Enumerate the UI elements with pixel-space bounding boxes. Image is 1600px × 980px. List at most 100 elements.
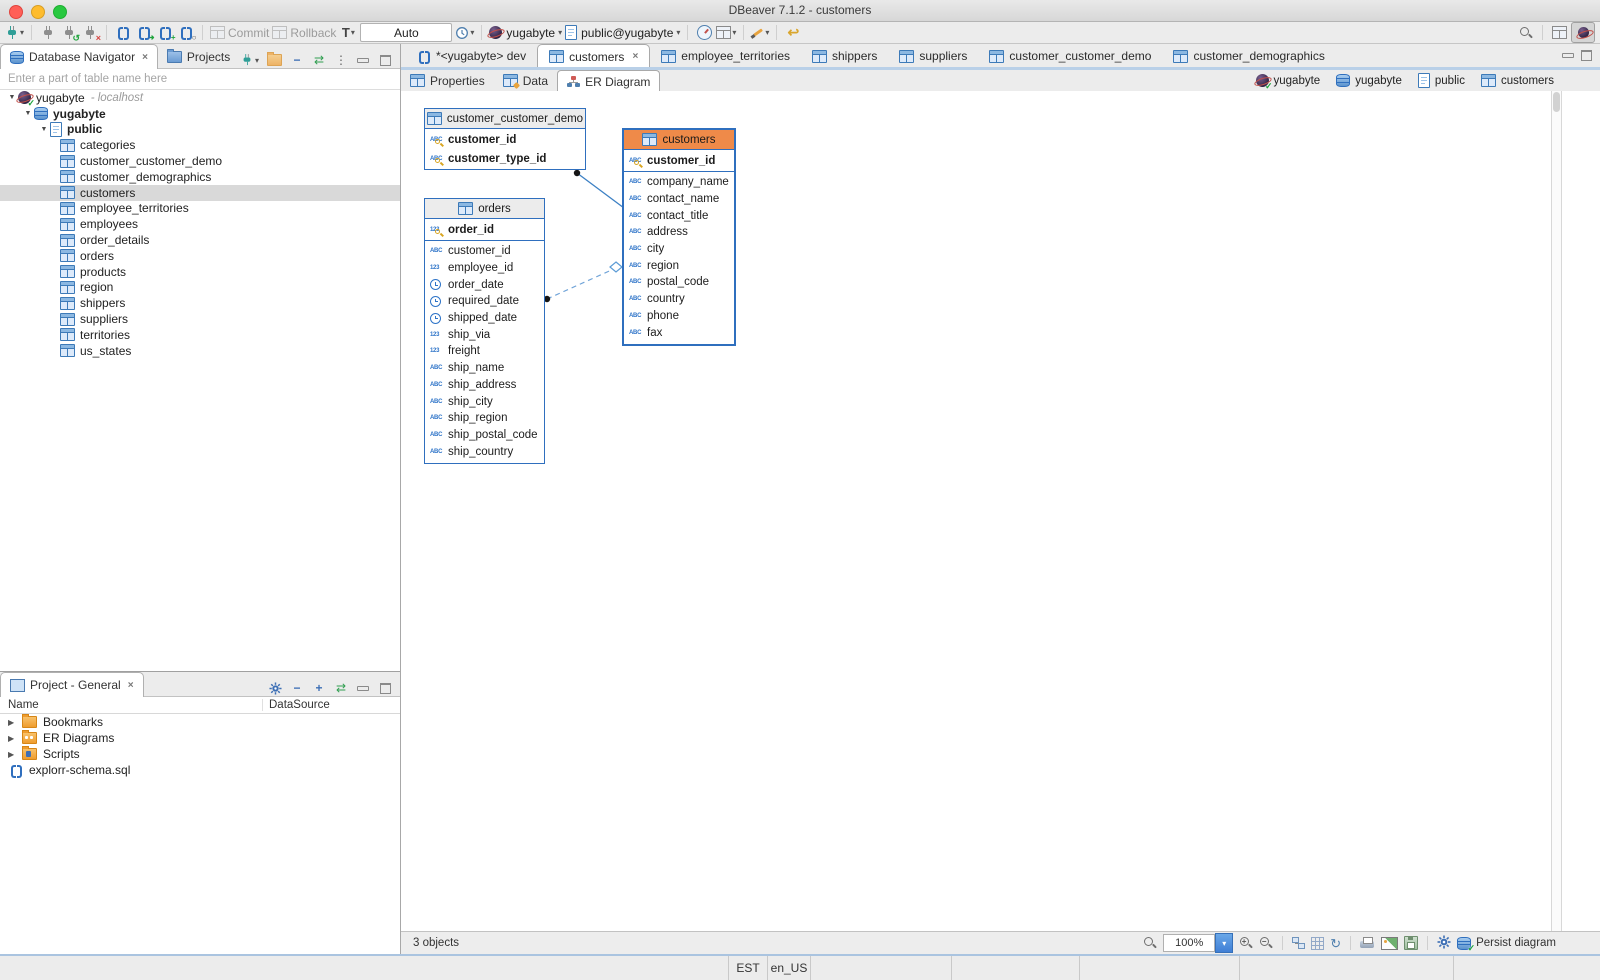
tree-row[interactable]: territories	[0, 327, 400, 343]
collapse-all-button[interactable]: −	[290, 52, 304, 68]
expand-arrow-icon[interactable]: ▼	[22, 110, 34, 117]
scrollbar-thumb[interactable]	[1553, 92, 1560, 112]
dbeaver-perspective-button[interactable]	[1571, 22, 1595, 43]
editor-tab[interactable]: employee_territories	[650, 45, 801, 67]
zoom-fit-icon[interactable]	[1143, 936, 1157, 950]
entity-column-row[interactable]: customer_id	[425, 130, 585, 149]
entity-column-row[interactable]: required_date	[425, 293, 544, 310]
entity-orders[interactable]: orders order_id customer_id	[424, 198, 545, 464]
expand-all-button[interactable]: +	[312, 680, 326, 696]
tree-row[interactable]: customers	[0, 185, 400, 201]
panel-tab[interactable]: Projects	[158, 45, 239, 68]
sql-editor-button[interactable]	[114, 23, 132, 42]
sql-editor-new-button[interactable]: +	[156, 23, 174, 42]
entity-column-row[interactable]: customer_type_id	[425, 149, 585, 168]
entity-column-row[interactable]: contact_name	[624, 191, 734, 208]
minimize-icon[interactable]	[1562, 53, 1574, 58]
tree-row[interactable]: us_states	[0, 343, 400, 359]
tree-row[interactable]: customer_demographics	[0, 169, 400, 185]
breadcrumb-item[interactable]: customers	[1481, 74, 1554, 87]
close-icon[interactable]: ×	[632, 51, 638, 62]
entity-column-row[interactable]: customer_id	[425, 243, 544, 260]
er-diagram-canvas[interactable]: customer_customer_demo customer_id custo…	[401, 91, 1600, 932]
new-folder-button[interactable]	[267, 52, 282, 68]
close-window-button[interactable]	[9, 5, 23, 19]
entity-column-row[interactable]: employee_id	[425, 260, 544, 277]
settings-button[interactable]	[268, 680, 282, 696]
link-with-editor-button[interactable]: ⇄	[312, 52, 326, 68]
entity-column-row[interactable]: region	[624, 257, 734, 274]
project-row[interactable]: ▶ Bookmarks	[0, 714, 400, 730]
rollback-button[interactable]: Rollback	[272, 23, 336, 42]
entity-column-row[interactable]: ship_address	[425, 377, 544, 394]
commit-button[interactable]: Commit	[210, 23, 269, 42]
dashboard-button[interactable]	[695, 23, 713, 42]
close-icon[interactable]: ×	[128, 680, 134, 691]
tree-row[interactable]: ▼ yugabyte - localhost	[0, 90, 400, 106]
print-button[interactable]	[1360, 937, 1375, 949]
format-button[interactable]: ▾	[751, 23, 769, 42]
link-with-editor-button[interactable]: ⇄	[334, 680, 348, 696]
export-image-button[interactable]	[1381, 937, 1398, 950]
expand-arrow-icon[interactable]: ▶	[8, 750, 20, 759]
entity-column-row[interactable]: fax	[624, 324, 734, 341]
entity-customers[interactable]: customers customer_id company_name	[622, 128, 736, 346]
entity-column-row[interactable]: company_name	[624, 174, 734, 191]
transaction-mode-button[interactable]: T▾	[339, 23, 357, 42]
project-panel-tab[interactable]: Project - General ×	[0, 672, 144, 697]
tree-row[interactable]: ▼ public	[0, 122, 400, 138]
entity-header[interactable]: customer_customer_demo	[425, 109, 585, 129]
persist-diagram-button[interactable]: ✓ Persist diagram	[1457, 937, 1556, 950]
tree-row[interactable]: order_details	[0, 232, 400, 248]
maximize-icon[interactable]	[1581, 50, 1592, 61]
entity-column-row[interactable]: address	[624, 224, 734, 241]
entity-customer-customer-demo[interactable]: customer_customer_demo customer_id custo…	[424, 108, 586, 170]
tree-row[interactable]: ▼ yugabyte	[0, 106, 400, 122]
minimize-view-button[interactable]	[356, 52, 370, 68]
entity-column-row[interactable]: phone	[624, 308, 734, 325]
entity-header[interactable]: orders	[425, 199, 544, 219]
editor-tab[interactable]: *<yugabyte> dev	[407, 45, 537, 67]
panel-tab[interactable]: Database Navigator ×	[0, 44, 158, 69]
maximize-view-button[interactable]	[378, 680, 392, 696]
expand-arrow-icon[interactable]: ▼	[38, 126, 50, 133]
entity-column-row[interactable]: ship_region	[425, 410, 544, 427]
zoom-window-button[interactable]	[53, 5, 67, 19]
schema-selector[interactable]: public@yugabyte▾	[565, 23, 680, 42]
entity-column-row[interactable]: ship_country	[425, 443, 544, 460]
entity-column-row[interactable]: shipped_date	[425, 310, 544, 327]
editor-tab[interactable]: customer_demographics	[1162, 45, 1335, 67]
minimize-view-button[interactable]	[356, 680, 370, 696]
entity-column-row[interactable]: contact_title	[624, 207, 734, 224]
entity-column-row[interactable]: ship_name	[425, 360, 544, 377]
view-layout-button[interactable]: ▾	[716, 23, 736, 42]
close-icon[interactable]: ×	[142, 52, 148, 63]
editor-subtab[interactable]: Data	[494, 71, 557, 91]
zoom-out-button[interactable]: −	[1259, 936, 1273, 950]
collapse-all-button[interactable]: −	[290, 680, 304, 696]
entity-column-row[interactable]: customer_id	[624, 151, 734, 170]
entity-column-row[interactable]: country	[624, 291, 734, 308]
project-row[interactable]: ▶ Scripts	[0, 746, 400, 762]
tree-row[interactable]: region	[0, 280, 400, 296]
editor-tab[interactable]: suppliers	[888, 45, 978, 67]
disconnect-button[interactable]: ×	[81, 23, 99, 42]
entity-column-row[interactable]: freight	[425, 343, 544, 360]
connect-button[interactable]	[39, 23, 57, 42]
auto-layout-button[interactable]	[1292, 937, 1305, 949]
tree-row[interactable]: employee_territories	[0, 201, 400, 217]
breadcrumb-item[interactable]: yugabyte	[1256, 74, 1321, 87]
entity-column-row[interactable]: order_date	[425, 276, 544, 293]
refresh-diagram-button[interactable]: ↻	[1330, 937, 1341, 950]
entity-column-row[interactable]: ship_via	[425, 326, 544, 343]
undo-navigation-button[interactable]: ↩	[784, 23, 802, 42]
open-perspective-button[interactable]	[1550, 23, 1568, 42]
minimize-window-button[interactable]	[31, 5, 45, 19]
commit-mode-combo[interactable]: Auto	[360, 23, 452, 42]
tree-row[interactable]: employees	[0, 216, 400, 232]
sql-editor-recent-button[interactable]: ➜	[135, 23, 153, 42]
entity-column-row[interactable]: ship_city	[425, 393, 544, 410]
sql-editor-open-button[interactable]: ○	[177, 23, 195, 42]
tree-row[interactable]: products	[0, 264, 400, 280]
new-connection-button[interactable]: ▾	[5, 23, 24, 42]
